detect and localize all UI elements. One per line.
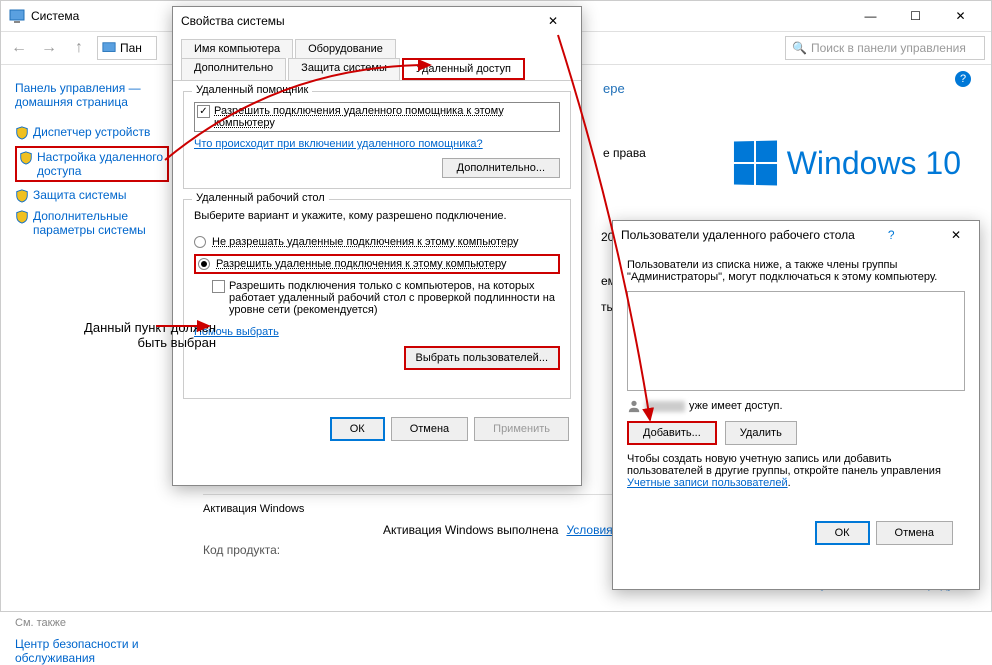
search-input[interactable]: 🔍 Поиск в панели управления <box>785 36 985 60</box>
annotation-text: Данный пункт должен быть выбран <box>56 320 216 350</box>
system-icon <box>9 8 25 24</box>
maximize-button[interactable]: ☐ <box>893 1 938 31</box>
checkbox-icon: ✓ <box>197 105 210 118</box>
remote-assistance-group: Удаленный помощник ✓ Разрешить подключен… <box>183 91 571 189</box>
users-listbox[interactable] <box>627 291 965 391</box>
tab-computer-name[interactable]: Имя компьютера <box>181 39 293 58</box>
dialog1-ok-button[interactable]: ОК <box>330 417 385 441</box>
dialog2-titlebar: Пользователи удаленного рабочего стола ?… <box>613 221 979 249</box>
sidebar-security-center[interactable]: Центр безопасности и обслуживания <box>15 637 169 665</box>
dialog2-description: Пользователи из списка ниже, а также чле… <box>627 259 965 283</box>
radio-allow[interactable]: Разрешить удаленные подключения к этому … <box>194 254 560 274</box>
user-icon <box>627 399 641 413</box>
select-users-button[interactable]: Выбрать пользователей... <box>404 346 561 370</box>
sidebar-see-also-label: См. также <box>15 617 169 629</box>
nla-checkbox[interactable]: Разрешить подключения только с компьютер… <box>212 280 560 316</box>
shield-icon <box>15 189 29 203</box>
help-icon[interactable]: ? <box>955 71 971 87</box>
remote-desktop-group: Удаленный рабочий стол Выберите вариант … <box>183 199 571 399</box>
checkbox-icon <box>212 280 225 293</box>
product-code-label: Код продукта: <box>203 543 383 557</box>
dialog2-footer-text: Чтобы создать новую учетную запись или д… <box>627 453 965 489</box>
breadcrumb[interactable]: Пан <box>97 36 157 60</box>
dialog1-cancel-button[interactable]: Отмена <box>391 417 468 441</box>
back-button[interactable]: ← <box>7 36 31 60</box>
sidebar-device-manager[interactable]: Диспетчер устройств <box>15 125 169 140</box>
dialog2-cancel-button[interactable]: Отмена <box>876 521 953 545</box>
dialog2-ok-button[interactable]: ОК <box>815 521 870 545</box>
dialog2-close-button[interactable]: ✕ <box>941 221 971 249</box>
radio-icon <box>194 236 206 248</box>
user-accounts-link[interactable]: Учетные записи пользователей <box>627 477 788 489</box>
search-icon: 🔍 <box>792 41 807 55</box>
sidebar-advanced[interactable]: Дополнительные параметры системы <box>15 209 169 237</box>
tab-protection[interactable]: Защита системы <box>288 58 400 80</box>
radio-disallow[interactable]: Не разрешать удаленные подключения к это… <box>194 236 560 248</box>
forward-button[interactable]: → <box>37 36 61 60</box>
remote-users-dialog: Пользователи удаленного рабочего стола ?… <box>612 220 980 590</box>
dialog2-help-icon[interactable]: ? <box>888 228 908 242</box>
allow-remote-assistance-checkbox[interactable]: ✓ Разрешить подключения удаленного помощ… <box>194 102 560 132</box>
close-button[interactable]: ✕ <box>938 1 983 31</box>
computer-icon <box>102 41 116 55</box>
help-choose-link[interactable]: Помочь выбрать <box>194 326 560 338</box>
dialog1-apply-button[interactable]: Применить <box>474 417 569 441</box>
shield-icon <box>19 151 33 165</box>
sidebar-home[interactable]: Панель управления — домашняя страница <box>15 81 169 109</box>
radio-icon <box>198 258 210 270</box>
system-properties-dialog: Свойства системы ✕ Имя компьютера Оборуд… <box>172 6 582 486</box>
delete-user-button[interactable]: Удалить <box>725 421 797 445</box>
shield-icon <box>15 126 29 140</box>
windows-icon <box>734 140 777 185</box>
remote-assistance-help-link[interactable]: Что происходит при включении удаленного … <box>194 138 560 150</box>
minimize-button[interactable]: — <box>848 1 893 31</box>
tab-remote[interactable]: Удаленный доступ <box>402 58 525 80</box>
current-user-access: уже имеет доступ. <box>627 399 965 413</box>
up-button[interactable]: ↑ <box>67 36 91 60</box>
dialog1-buttons: ОК Отмена Применить <box>173 409 581 449</box>
sidebar-system-protection[interactable]: Защита системы <box>15 188 169 203</box>
remote-desktop-desc: Выберите вариант и укажите, кому разреше… <box>194 210 560 222</box>
tab-hardware[interactable]: Оборудование <box>295 39 396 58</box>
tab-advanced[interactable]: Дополнительно <box>181 58 286 80</box>
sidebar-remote-settings[interactable]: Настройка удаленного доступа <box>15 146 169 182</box>
remote-assistance-advanced-button[interactable]: Дополнительно... <box>442 158 560 178</box>
add-user-button[interactable]: Добавить... <box>627 421 717 445</box>
content-heading: ере <box>603 81 971 96</box>
dialog1-close-button[interactable]: ✕ <box>533 7 573 35</box>
shield-icon <box>15 210 29 224</box>
dialog1-titlebar: Свойства системы ✕ <box>173 7 581 35</box>
windows10-logo: Windows 10 <box>733 141 961 185</box>
activation-status: Активация Windows выполнена <box>383 523 558 537</box>
